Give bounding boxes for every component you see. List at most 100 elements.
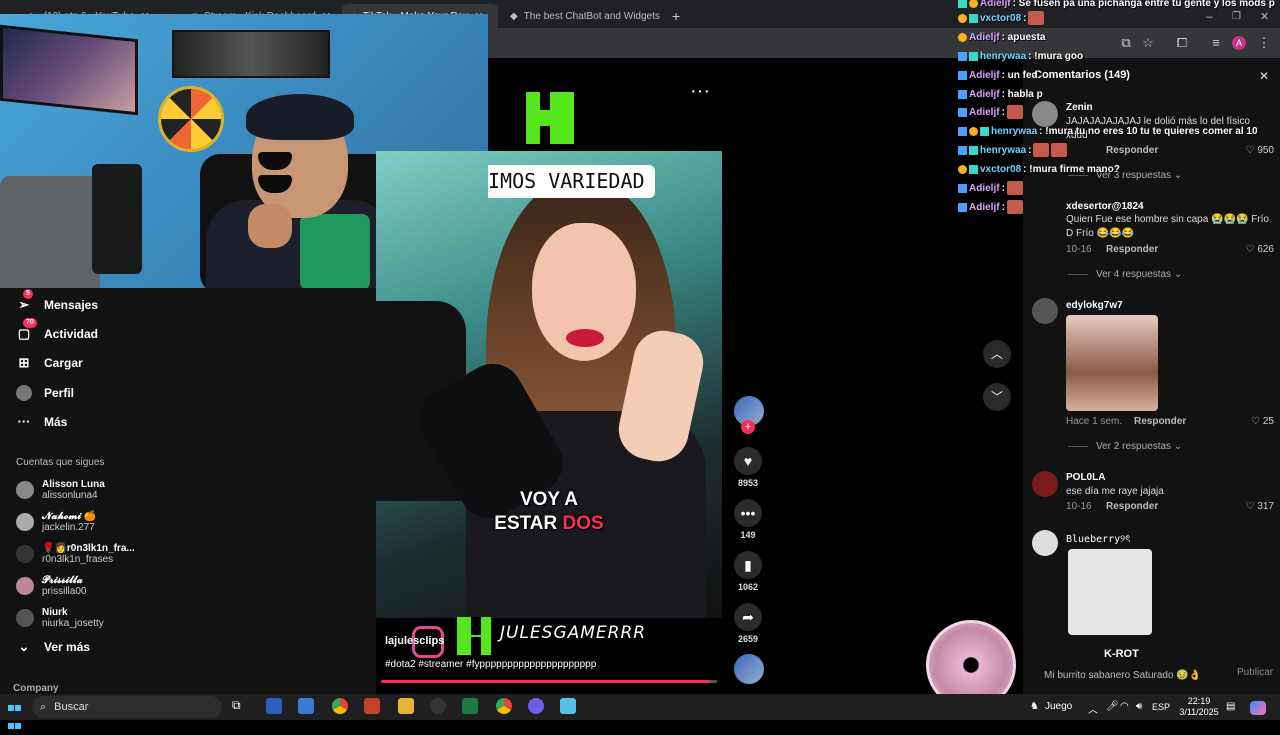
language-indicator[interactable]: ESP xyxy=(1152,702,1170,712)
app-icon[interactable] xyxy=(560,698,576,714)
reply-button[interactable]: Responder xyxy=(1106,145,1158,156)
more-options-icon[interactable]: ··· xyxy=(690,80,710,103)
wifi-icon[interactable]: ◠ xyxy=(1120,701,1129,712)
chevron-up-icon[interactable]: ︿ xyxy=(1088,701,1098,716)
reply-button[interactable]: Responder xyxy=(1106,501,1158,512)
comment-author[interactable]: Zenin xyxy=(1066,102,1093,113)
chrome-profile-icon[interactable] xyxy=(496,698,512,714)
bookmark-star-icon[interactable]: ☆ xyxy=(1140,35,1156,51)
store-icon[interactable] xyxy=(298,698,314,714)
messages-badge: 5 xyxy=(23,289,33,299)
file-explorer-icon[interactable] xyxy=(398,698,414,714)
comment-sticker[interactable] xyxy=(1068,549,1152,635)
follow-plus-icon[interactable]: + xyxy=(741,420,755,434)
like-button[interactable]: ♥ 8953 xyxy=(734,447,762,488)
game-mode-icon[interactable]: ♞ xyxy=(1030,701,1039,712)
sidebar-item-perfil[interactable]: Perfil xyxy=(16,382,74,404)
comment-author[interactable]: Blueberry୨ৎ xyxy=(1066,532,1131,549)
clock[interactable]: 22:19 3/11/2025 xyxy=(1176,696,1222,718)
comment-like[interactable]: ♡ 950 xyxy=(1234,145,1274,156)
avatar[interactable] xyxy=(1032,530,1058,556)
following-item[interactable]: 🌹👩‍r0n3lk1n_fra... r0n3lk1n_frases xyxy=(16,540,135,568)
save-button[interactable]: ▮ 1062 xyxy=(734,551,762,592)
share-button[interactable]: ➦ 2659 xyxy=(734,603,762,644)
close-icon[interactable]: ✕ xyxy=(1256,68,1272,84)
media-controls-icon[interactable]: ≡ xyxy=(1208,35,1224,51)
publish-button[interactable]: Publicar xyxy=(1237,667,1273,678)
chrome-icon[interactable] xyxy=(332,698,348,714)
mic-icon[interactable]: 🎤︎ xyxy=(1106,701,1119,712)
chevron-down-icon: ⌄ xyxy=(1173,170,1183,181)
powerpoint-icon[interactable] xyxy=(364,698,380,714)
copilot-icon[interactable] xyxy=(1250,701,1266,715)
comment-image[interactable] xyxy=(1066,315,1158,411)
sidebar-item-cargar[interactable]: ⊞ Cargar xyxy=(16,352,83,374)
discord-icon[interactable] xyxy=(528,698,544,714)
chat-message: vxctor08: !mura firme mano? xyxy=(958,161,1120,177)
chat-message: Adieljf: habla p xyxy=(958,86,1043,102)
following-section-title: Cuentas que sigues xyxy=(16,457,105,468)
profile-avatar[interactable]: A xyxy=(1232,36,1246,50)
video-author[interactable]: lajulesclips xyxy=(385,635,444,647)
heart-outline-icon: ♡ xyxy=(1245,244,1255,255)
comment-like[interactable]: ♡ 626 xyxy=(1234,244,1274,255)
tab-chatbot[interactable]: ◆The best ChatBot and Widgets✕ xyxy=(500,4,660,28)
new-tab-button[interactable]: + xyxy=(662,4,682,28)
volume-icon[interactable]: 🔊︎ xyxy=(1136,701,1142,712)
previous-video-button[interactable]: ︿ xyxy=(983,340,1011,368)
video-progress-fill xyxy=(381,680,711,683)
following-item[interactable]: Niurk niurka_josetty xyxy=(16,604,104,632)
share-arrow-icon: ➦ xyxy=(734,603,762,631)
chat-message: Adieljf: xyxy=(958,104,1023,120)
sticker-caption: K-ROT xyxy=(1104,648,1139,660)
activity-badge: 70 xyxy=(23,318,37,328)
comment-text: ese día me raye jajaja xyxy=(1066,486,1164,497)
comment-date: Hace 1 sem. xyxy=(1066,416,1123,427)
sound-avatar[interactable] xyxy=(734,654,764,684)
game-status[interactable]: Juego xyxy=(1045,701,1072,712)
next-video-button[interactable]: ﹀ xyxy=(983,383,1011,411)
streamer-hand xyxy=(248,204,292,248)
sidebar-item-mas[interactable]: ··· Más xyxy=(16,411,68,433)
sofa xyxy=(0,176,100,288)
following-item[interactable]: 𝓝𝓪𝓱𝓸𝓶𝓲 🍊 jackelin.277 xyxy=(16,508,96,536)
reply-button[interactable]: Responder xyxy=(1106,244,1158,255)
comment-author[interactable]: edylokg7w7 xyxy=(1066,300,1123,311)
view-replies[interactable]: Ver 4 respuestas ⌄ xyxy=(1068,269,1182,280)
following-item[interactable]: Alisson Luna alissonluna4 xyxy=(16,476,105,504)
sidebar-item-mensajes[interactable]: ➢ 5 Mensajes xyxy=(16,289,98,316)
windows-start-icon[interactable] xyxy=(8,699,22,729)
menu-dots-icon[interactable]: ⋮ xyxy=(1256,35,1272,51)
wall-poster xyxy=(172,30,330,78)
activity-icon: ▢ 70 xyxy=(16,318,37,342)
avatar[interactable] xyxy=(1032,471,1058,497)
see-more-button[interactable]: ⌄ Ver más xyxy=(16,636,91,658)
comment-like[interactable]: ♡ 317 xyxy=(1234,501,1274,512)
word-icon[interactable] xyxy=(266,698,282,714)
video-player[interactable] xyxy=(376,151,722,618)
view-replies[interactable]: Ver 2 respuestas ⌄ xyxy=(1068,441,1182,452)
cast-icon[interactable]: ⧉ xyxy=(1118,35,1134,51)
task-view-icon[interactable]: ⧉ xyxy=(232,698,248,714)
comment-date: 10-16 xyxy=(1066,501,1092,512)
excel-icon[interactable] xyxy=(462,698,478,714)
comment-author[interactable]: xdesertor@1824 xyxy=(1066,201,1144,212)
avatar[interactable] xyxy=(1032,298,1058,324)
extensions-icon[interactable]: ⧠ xyxy=(1174,35,1190,51)
reply-button[interactable]: Responder xyxy=(1134,416,1186,427)
heart-outline-icon: ♡ xyxy=(1245,145,1255,156)
chat-message: Adieljf: un fed xyxy=(958,67,1038,83)
comment-like[interactable]: ♡ 25 xyxy=(1234,416,1274,427)
company-link[interactable]: Company xyxy=(13,683,59,694)
following-item[interactable]: 𝓟𝓻𝓲𝓼𝓼𝓲𝓵𝓵𝓪 prissilla00 xyxy=(16,572,86,600)
comment-button[interactable]: ••• 149 xyxy=(734,499,762,540)
chat-message: Adieljf: apuesta xyxy=(958,29,1045,45)
avatar[interactable] xyxy=(1032,200,1058,226)
comment-input[interactable]: Mi burrito sabanero Saturado 🤢👌 xyxy=(1044,670,1201,681)
taskbar-search[interactable]: ⌕ Buscar xyxy=(32,696,222,718)
comment-author[interactable]: POL0LA xyxy=(1066,472,1105,483)
video-hashtags[interactable]: #dota2 #streamer #fypppppppppppppppppppp… xyxy=(385,659,596,670)
notifications-icon[interactable]: ▤ xyxy=(1226,701,1235,712)
obs-icon[interactable] xyxy=(430,698,446,714)
sidebar-item-actividad[interactable]: ▢ 70 Actividad xyxy=(16,318,98,345)
